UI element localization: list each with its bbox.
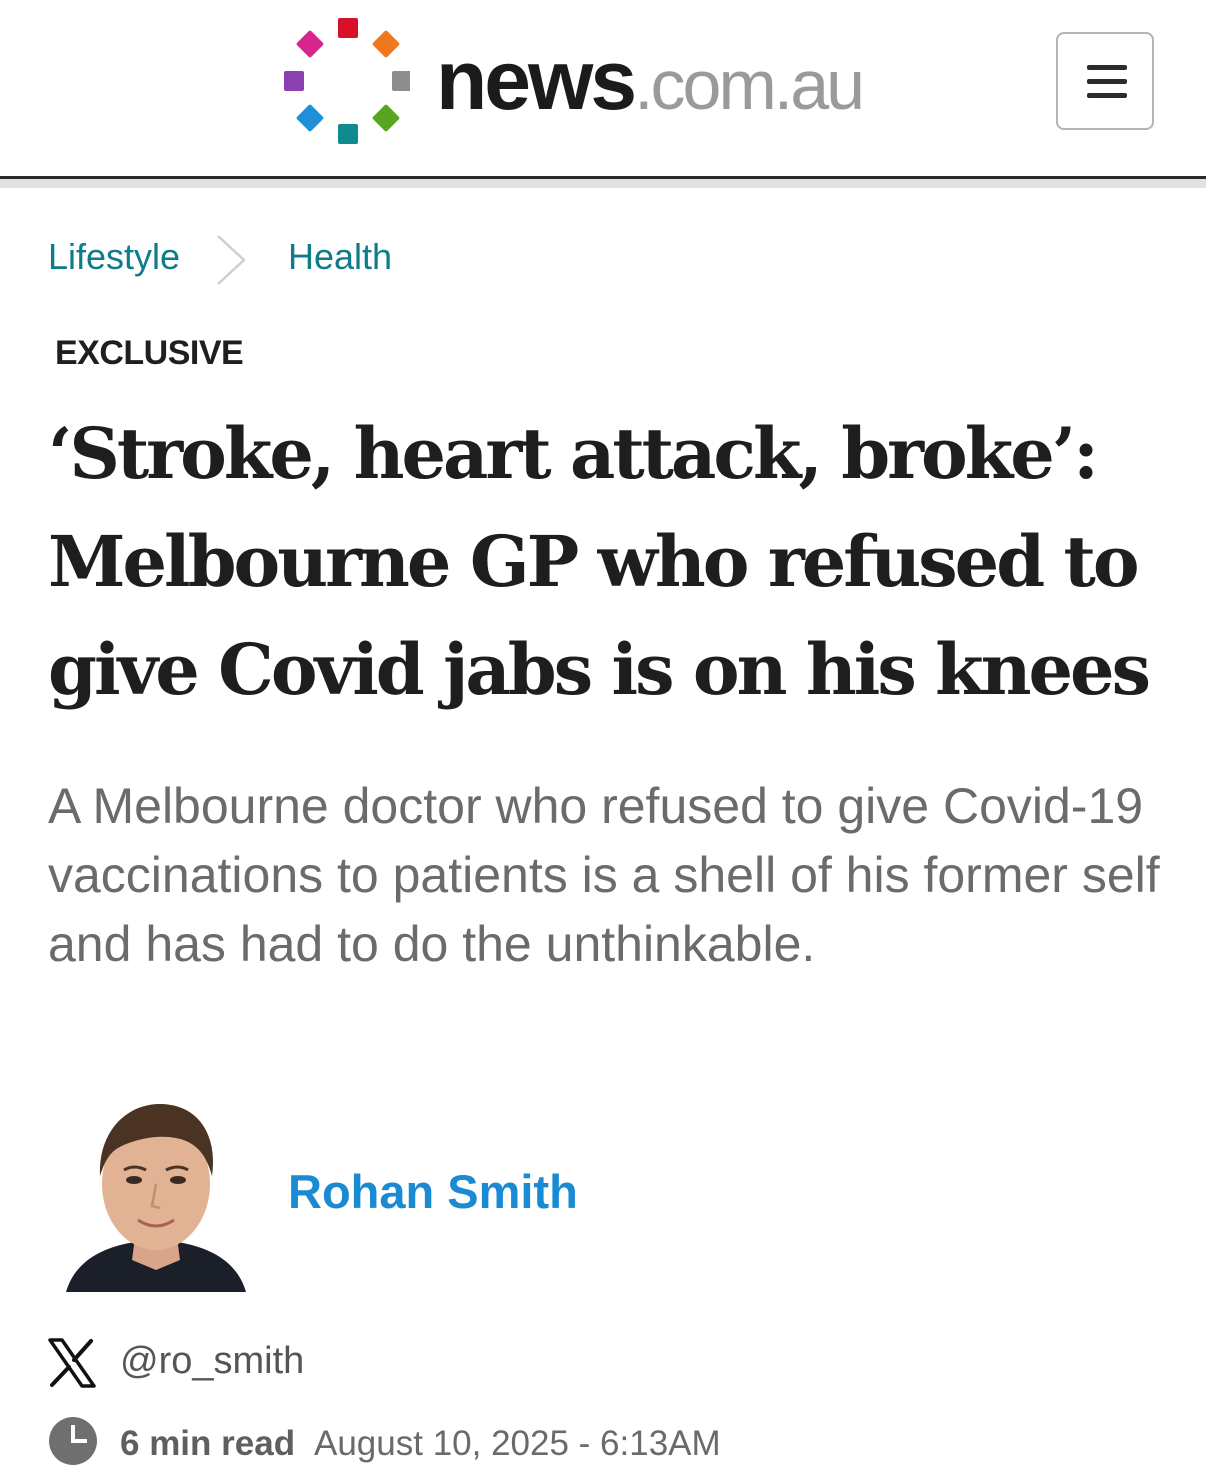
- breadcrumb-health[interactable]: Health: [288, 236, 392, 278]
- site-logo[interactable]: news.com.au: [0, 0, 950, 176]
- author-avatar[interactable]: [56, 1092, 256, 1292]
- logo-dots-icon: [284, 18, 410, 144]
- breadcrumb-lifestyle[interactable]: Lifestyle: [48, 236, 180, 278]
- site-header: news.com.au: [0, 0, 1206, 176]
- logo-news-text: news: [436, 33, 637, 127]
- menu-button[interactable]: [1056, 32, 1154, 130]
- article-standfirst: A Melbourne doctor who refused to give C…: [48, 778, 1160, 972]
- author-name-link[interactable]: Rohan Smith: [288, 1164, 578, 1219]
- author-social-handle[interactable]: @ro_smith: [120, 1340, 304, 1383]
- publish-date: August 10, 2025 - 6:13AM: [314, 1424, 721, 1463]
- read-time: 6 min read: [120, 1424, 296, 1463]
- header-divider-shadow: [0, 179, 1206, 188]
- chevron-right-icon: [217, 235, 246, 285]
- article-headline: ‘Stroke, heart attack, broke’: Melbourne…: [48, 412, 1151, 711]
- clock-icon: [49, 1417, 97, 1465]
- logo-domain-text: .com.au: [634, 46, 865, 124]
- x-logo-icon[interactable]: [48, 1338, 96, 1388]
- article-kicker: EXCLUSIVE: [55, 334, 244, 372]
- logo-wordmark: news.com.au: [436, 30, 865, 130]
